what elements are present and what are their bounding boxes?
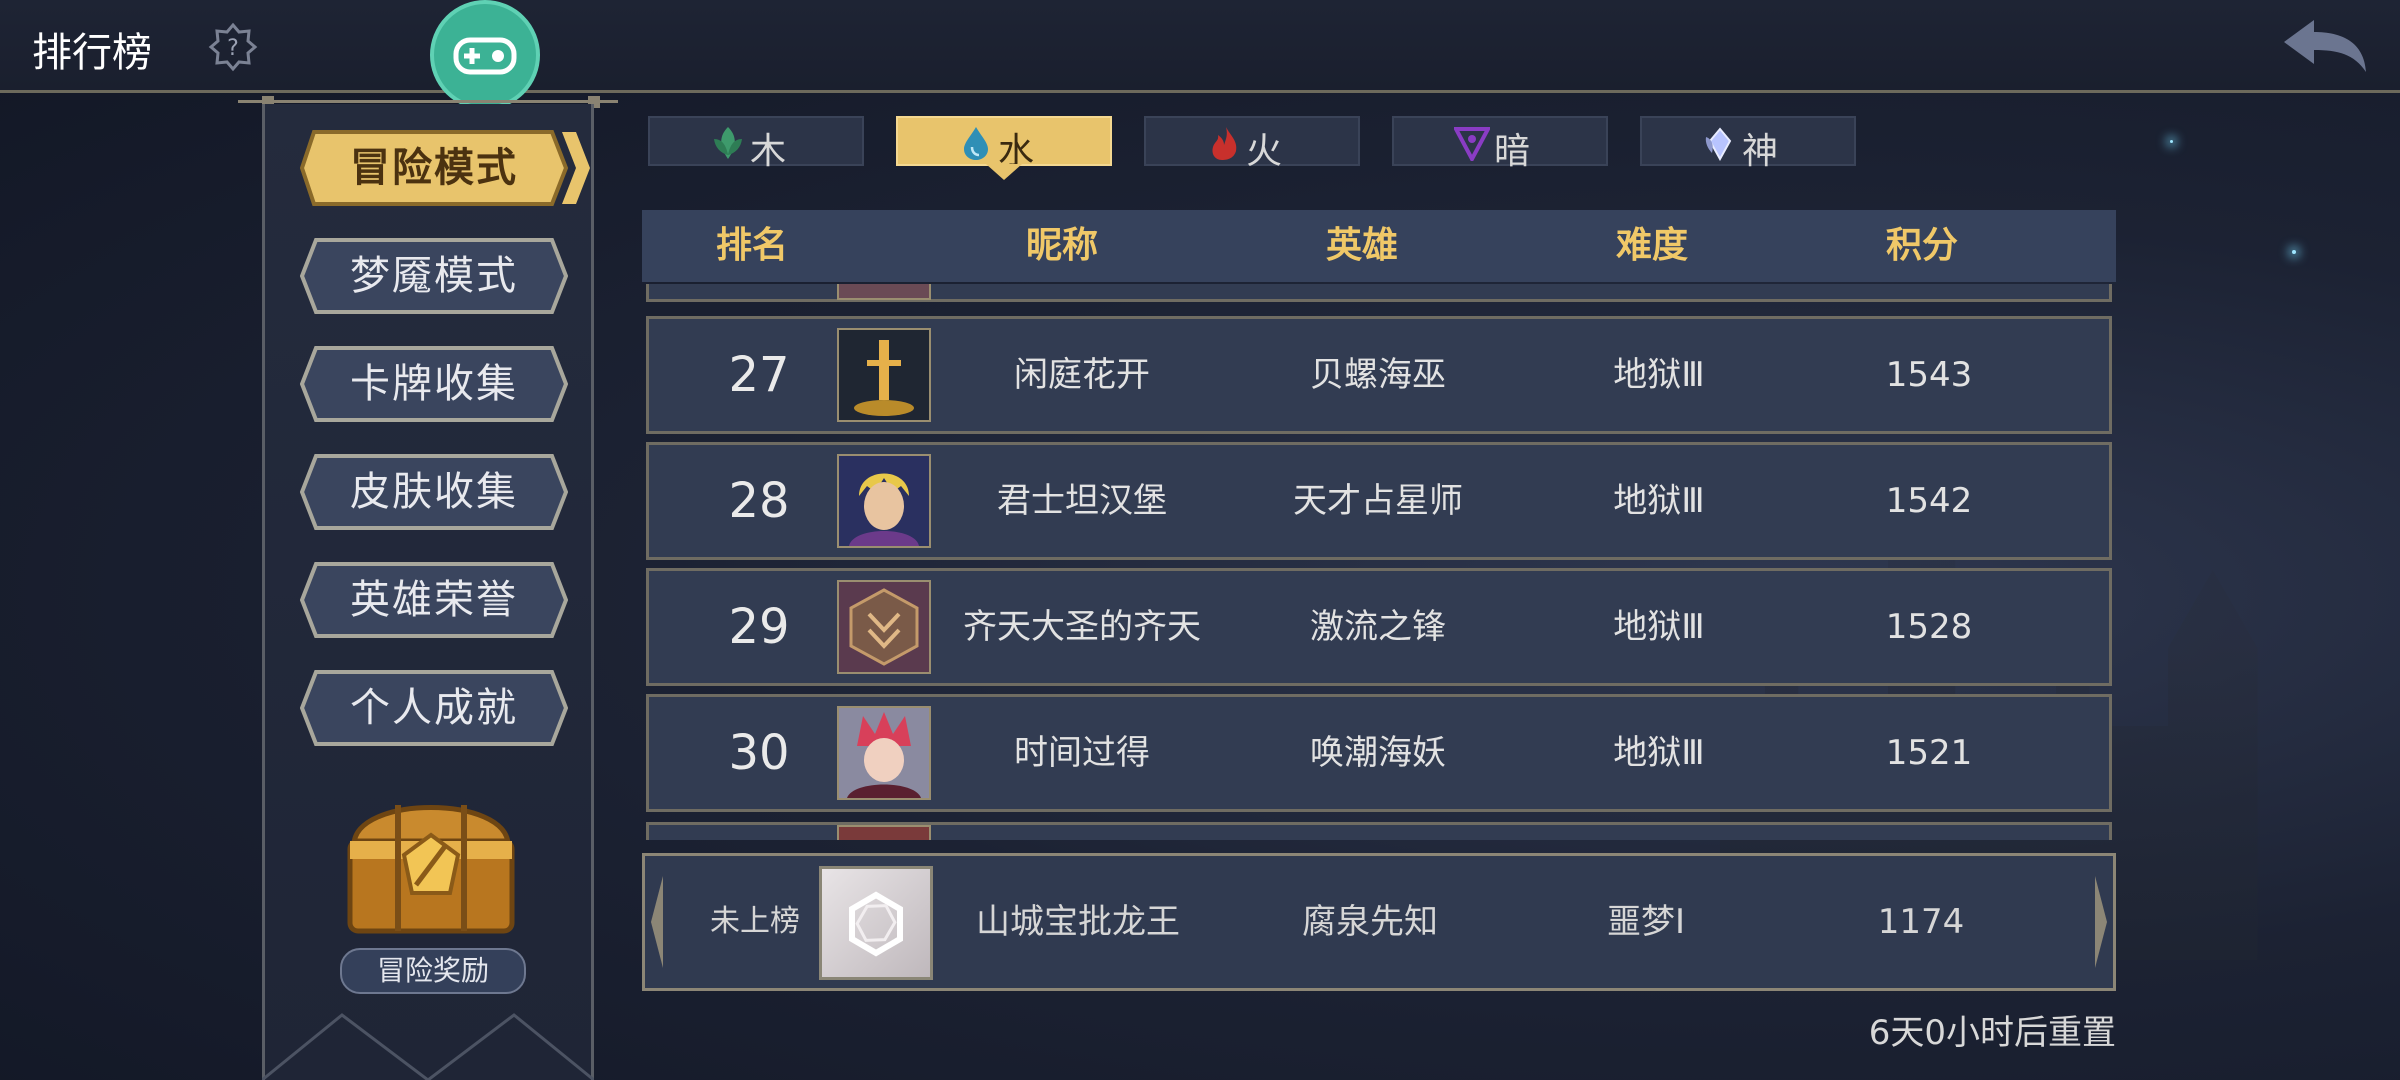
table-row[interactable]: 28 君士坦汉堡 天才占星师 地狱Ⅲ 1542: [646, 442, 2112, 560]
tab-divine[interactable]: 神: [1640, 116, 1856, 172]
row-rank: 29: [728, 599, 790, 655]
dark-sigil-icon: [1454, 127, 1490, 161]
row-hero: 天才占星师: [1293, 481, 1463, 521]
table-row[interactable]: 27 闲庭花开 贝螺海巫 地狱Ⅲ 1543: [646, 316, 2112, 434]
adventure-reward-label[interactable]: 冒险奖励: [340, 948, 526, 994]
menu-label: 英雄荣誉: [350, 577, 518, 623]
avatar: [837, 706, 931, 800]
menu-personal-achievement[interactable]: 个人成就: [300, 670, 568, 746]
gamepad-icon: [453, 37, 517, 75]
row-difficulty: 地狱Ⅲ: [1613, 733, 1705, 773]
question-icon[interactable]: ?: [208, 22, 258, 72]
table-header: 排名 昵称 英雄 难度 积分: [642, 210, 2116, 282]
row-nickname: 闲庭花开: [1014, 355, 1150, 395]
my-difficulty: 噩梦Ⅰ: [1606, 902, 1686, 942]
treasure-chest-icon[interactable]: [336, 775, 526, 945]
my-hero: 腐泉先知: [1302, 902, 1438, 942]
menu-label: 皮肤收集: [350, 469, 518, 515]
top-bar: 排行榜 ?: [0, 0, 2400, 93]
row-score: 1542: [1885, 481, 1973, 521]
wood-leaf-icon: [714, 127, 742, 159]
row-rank: 28: [728, 473, 790, 529]
avatar: [819, 866, 933, 980]
header-difficulty: 难度: [1615, 225, 1688, 266]
back-arrow-icon[interactable]: [2280, 18, 2370, 74]
star-sparkle: [2292, 250, 2296, 254]
header-hero: 英雄: [1325, 225, 1398, 266]
row-rank: 27: [728, 347, 790, 403]
menu-card-collection[interactable]: 卡牌收集: [300, 346, 568, 422]
table-row-partial: [646, 284, 2112, 302]
table-row-partial: [646, 822, 2112, 840]
row-hero: 唤潮海妖: [1310, 733, 1446, 773]
star-sparkle: [2170, 140, 2173, 143]
page-title: 排行榜: [32, 30, 152, 76]
menu-label: 冒险模式: [350, 145, 518, 191]
svg-text:?: ?: [227, 36, 239, 61]
header-rank: 排名: [715, 225, 788, 266]
menu-adventure-mode[interactable]: 冒险模式: [300, 130, 590, 206]
avatar: [837, 825, 931, 840]
tab-label: 火: [1246, 131, 1283, 172]
table-row[interactable]: 29 齐天大圣的齐天 激流之锋 地狱Ⅲ 1528: [646, 568, 2112, 686]
row-nickname: 君士坦汉堡: [997, 481, 1167, 521]
menu-label: 个人成就: [350, 685, 518, 731]
my-score: 1174: [1877, 902, 1965, 942]
row-score: 1543: [1885, 355, 1973, 395]
tab-water[interactable]: 水: [896, 116, 1112, 172]
avatar: [837, 284, 931, 300]
avatar: [837, 580, 931, 674]
row-score: 1528: [1885, 607, 1973, 647]
tab-wood[interactable]: 木: [648, 116, 864, 172]
menu-label: 卡牌收集: [350, 361, 518, 407]
header-score: 积分: [1885, 225, 1958, 266]
banner-tail-decoration: [262, 1013, 594, 1080]
menu-nightmare-mode[interactable]: 梦魇模式: [300, 238, 568, 314]
my-rank-row[interactable]: 未上榜 山城宝批龙王 腐泉先知 噩梦Ⅰ 1174: [642, 853, 2116, 991]
fire-icon: [1212, 127, 1237, 160]
my-nickname: 山城宝批龙王: [976, 902, 1180, 942]
my-rank: 未上榜: [710, 904, 800, 939]
header-nickname: 昵称: [1025, 225, 1098, 266]
divine-wing-icon: [1705, 127, 1732, 161]
row-difficulty: 地狱Ⅲ: [1613, 355, 1705, 395]
row-nickname: 齐天大圣的齐天: [963, 607, 1201, 647]
avatar: [837, 328, 931, 422]
row-hero: 贝螺海巫: [1310, 355, 1446, 395]
reset-countdown: 6天0小时后重置: [1868, 1013, 2116, 1053]
avatar: [837, 454, 931, 548]
tab-label: 神: [1742, 131, 1779, 172]
row-rank: 30: [728, 725, 790, 781]
row-hero: 激流之锋: [1310, 607, 1446, 647]
row-difficulty: 地狱Ⅲ: [1613, 607, 1705, 647]
row-nickname: 时间过得: [1014, 733, 1150, 773]
menu-label: 梦魇模式: [350, 253, 518, 299]
gamepad-float-button[interactable]: [430, 0, 540, 110]
tab-label: 木: [750, 131, 787, 172]
tab-label: 暗: [1494, 131, 1531, 172]
tab-fire[interactable]: 火: [1144, 116, 1360, 172]
water-drop-icon: [964, 127, 988, 160]
row-difficulty: 地狱Ⅲ: [1613, 481, 1705, 521]
table-row[interactable]: 30 时间过得 唤潮海妖 地狱Ⅲ 1521: [646, 694, 2112, 812]
active-tab-pointer: [986, 164, 1022, 180]
tab-dark[interactable]: 暗: [1392, 116, 1608, 172]
menu-hero-honor[interactable]: 英雄荣誉: [300, 562, 568, 638]
menu-skin-collection[interactable]: 皮肤收集: [300, 454, 568, 530]
row-score: 1521: [1885, 733, 1973, 773]
